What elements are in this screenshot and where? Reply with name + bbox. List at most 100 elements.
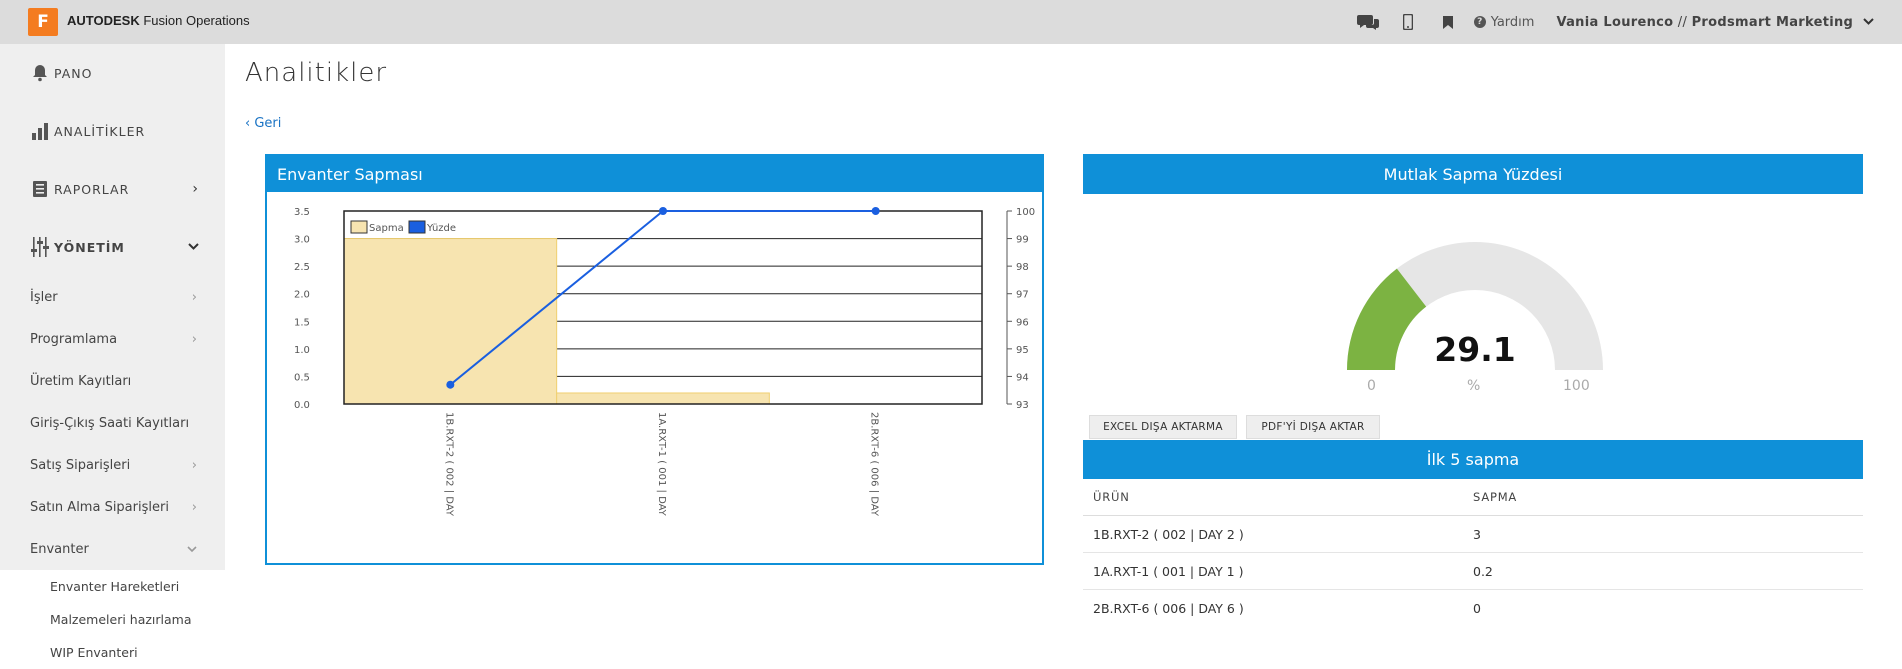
top-bar: F AUTODESK Fusion Operations ? Yardım Van…: [0, 0, 1902, 44]
brand-rest: Fusion Operations: [143, 13, 250, 28]
cell-product: 2B.RXT-6 ( 006 | DAY 6 ): [1093, 601, 1244, 616]
sidebar-subsubitem-wip-envanteri[interactable]: WIP Envanteri: [0, 636, 225, 669]
sidebar-subitem-uretim-kayitlari[interactable]: Üretim Kayıtları: [0, 360, 225, 402]
cell-deviation: 0.2: [1473, 563, 1493, 579]
y-left-tick-label: 3.0: [294, 235, 310, 246]
y-right-tick-label: 97: [1016, 290, 1029, 301]
top5-table-title: İlk 5 sapma: [1083, 440, 1863, 479]
bar: [556, 392, 770, 405]
y-left-tick-label: 2.0: [294, 290, 310, 301]
sidebar-subitem-satin-alma[interactable]: Satın Alma Siparişleri ›: [0, 486, 225, 528]
y-left-tick-label: 1.5: [294, 317, 310, 328]
sidebar-item-label: YÖNETİM: [54, 239, 125, 255]
legend-swatch-sapma: [350, 220, 368, 234]
gauge-unit-label: %: [1467, 378, 1481, 394]
top5-table: ÜRÜN SAPMA 1B.RXT-2 ( 002 | DAY 2 ) 3 1A…: [1083, 479, 1863, 627]
column-header-product[interactable]: ÜRÜN: [1083, 490, 1473, 504]
legend-label-yuzde: Yüzde: [426, 223, 456, 234]
sidebar-subsubitem-malzemeleri-hazirlama[interactable]: Malzemeleri hazırlama: [0, 603, 225, 636]
sidebar-subitem-envanter[interactable]: Envanter: [0, 528, 225, 570]
sidebar-subitem-programlama[interactable]: Programlama ›: [0, 318, 225, 360]
sidebar: PANO ANALİTİKLER RAPORLAR › YÖNETİM İşle…: [0, 44, 225, 669]
gauge-chart: [1347, 242, 1603, 370]
sidebar-subsubitem-envanter-hareketleri[interactable]: Envanter Hareketleri: [0, 570, 225, 603]
sidebar-item-label: ANALİTİKLER: [54, 123, 146, 139]
user-menu[interactable]: Vania Lourenco // Prodsmart Marketing: [1556, 15, 1874, 30]
chevron-right-icon: ›: [191, 499, 197, 515]
cell-deviation: 0: [1473, 601, 1481, 616]
bell-icon: [30, 64, 50, 82]
panel-title: Envanter Sapması: [267, 156, 1042, 192]
gauge-panel-title: Mutlak Sapma Yüzdesi: [1083, 154, 1863, 194]
gauge-max-label: 100: [1563, 378, 1590, 394]
help-label: Yardım: [1490, 14, 1535, 30]
chevron-right-icon: ›: [191, 457, 197, 473]
line-point: [659, 207, 667, 215]
sidebar-item-analitikler[interactable]: ANALİTİKLER: [0, 102, 225, 160]
legend-swatch-yuzde: [408, 220, 426, 234]
legend-label-sapma: Sapma: [369, 223, 404, 234]
mobile-icon[interactable]: [1388, 14, 1428, 30]
excel-export-button[interactable]: EXCEL DIŞA AKTARMA: [1089, 415, 1237, 439]
user-name: Vania Lourenco: [1556, 14, 1674, 30]
gauge-value: 29.1: [1434, 330, 1516, 369]
chevron-down-icon: [187, 542, 197, 557]
sidebar-subitem-giris-cikis[interactable]: Giriş-Çıkış Saati Kayıtları: [0, 402, 225, 444]
y-right-tick-label: 99: [1016, 235, 1029, 246]
inventory-deviation-chart: 0.0 0.5 1.0 1.5 2.0 2.5 3.0 3.5 93 94 95 96 97 98 99 10…: [294, 207, 1035, 517]
inventory-deviation-panel: Envanter Sapması 0.0 0.5 1.0 1.5 2.0 2.5 3.0 3.…: [265, 154, 1044, 565]
table-row[interactable]: 1A.RXT-1 ( 001 | DAY 1 ) 0.2: [1083, 553, 1863, 590]
table-row[interactable]: 2B.RXT-6 ( 006 | DAY 6 ) 0: [1083, 590, 1863, 627]
chevron-down-icon: [1863, 17, 1874, 25]
column-header-deviation[interactable]: SAPMA: [1473, 490, 1863, 504]
user-separator: //: [1673, 14, 1692, 30]
x-tick-label: 1B.RXT-2 ( 002 | DAY: [443, 412, 454, 517]
chevron-down-icon: [188, 239, 199, 255]
sidebar-item-label: PANO: [54, 65, 93, 81]
chat-icon[interactable]: [1348, 13, 1388, 31]
cell-product: 1A.RXT-1 ( 001 | DAY 1 ): [1093, 563, 1244, 579]
help-link[interactable]: ? Yardım: [1473, 14, 1535, 30]
back-link[interactable]: ‹ Geri: [245, 116, 281, 131]
chevron-right-icon: ›: [192, 181, 199, 197]
app-logo[interactable]: F: [28, 8, 58, 36]
sidebar-item-pano[interactable]: PANO: [0, 44, 225, 102]
line-point: [871, 207, 880, 215]
gauge-min-label: 0: [1367, 378, 1376, 394]
y-right-tick-label: 95: [1016, 345, 1029, 356]
book-icon: [30, 180, 50, 198]
table-row[interactable]: 1B.RXT-2 ( 002 | DAY 2 ) 3: [1083, 516, 1863, 553]
cell-deviation: 3: [1473, 526, 1481, 542]
y-left-tick-label: 2.5: [294, 262, 310, 273]
y-right-tick-label: 96: [1016, 317, 1029, 328]
page-title: Analitikler: [245, 58, 388, 88]
bar: [343, 238, 558, 405]
y-right-tick-label: 94: [1016, 372, 1029, 383]
brand-bold: AUTODESK: [67, 13, 140, 28]
y-right-tick-label: 93: [1016, 400, 1029, 411]
x-tick-label: 2B.RXT-6 ( 006 | DAY: [869, 412, 880, 517]
question-icon: ?: [1473, 16, 1486, 28]
x-tick-label: 1A.RXT-1 ( 001 | DAY: [656, 412, 667, 517]
top-right-actions: ? Yardım Vania Lourenco // Prodsmart Mark…: [1348, 0, 1874, 44]
bar-chart-icon: [30, 122, 50, 140]
pdf-export-button[interactable]: PDF'Yİ DIŞA AKTAR: [1246, 415, 1380, 439]
y-left-tick-label: 0.0: [294, 400, 310, 411]
bookmark-icon[interactable]: [1428, 15, 1468, 29]
y-left-tick-label: 0.5: [294, 372, 310, 383]
user-org: Prodsmart Marketing: [1691, 14, 1854, 30]
chevron-right-icon: ›: [191, 331, 197, 347]
table-header-row: ÜRÜN SAPMA: [1083, 479, 1863, 516]
brand-name: AUTODESK Fusion Operations: [67, 13, 250, 28]
y-right-tick-label: 98: [1016, 262, 1029, 273]
sidebar-item-yonetim[interactable]: YÖNETİM: [0, 218, 225, 276]
y-left-tick-label: 3.5: [294, 207, 310, 218]
sidebar-subitem-isler[interactable]: İşler ›: [0, 276, 225, 318]
sidebar-subitem-satis-siparisleri[interactable]: Satış Siparişleri ›: [0, 444, 225, 486]
y-left-tick-label: 1.0: [294, 345, 310, 356]
cell-product: 1B.RXT-2 ( 002 | DAY 2 ): [1093, 526, 1244, 542]
y-right-tick-label: 100: [1016, 207, 1035, 218]
sidebar-item-label: RAPORLAR: [54, 181, 130, 197]
sidebar-main-group: PANO ANALİTİKLER RAPORLAR › YÖNETİM İşle…: [0, 44, 225, 570]
sidebar-item-raporlar[interactable]: RAPORLAR ›: [0, 160, 225, 218]
